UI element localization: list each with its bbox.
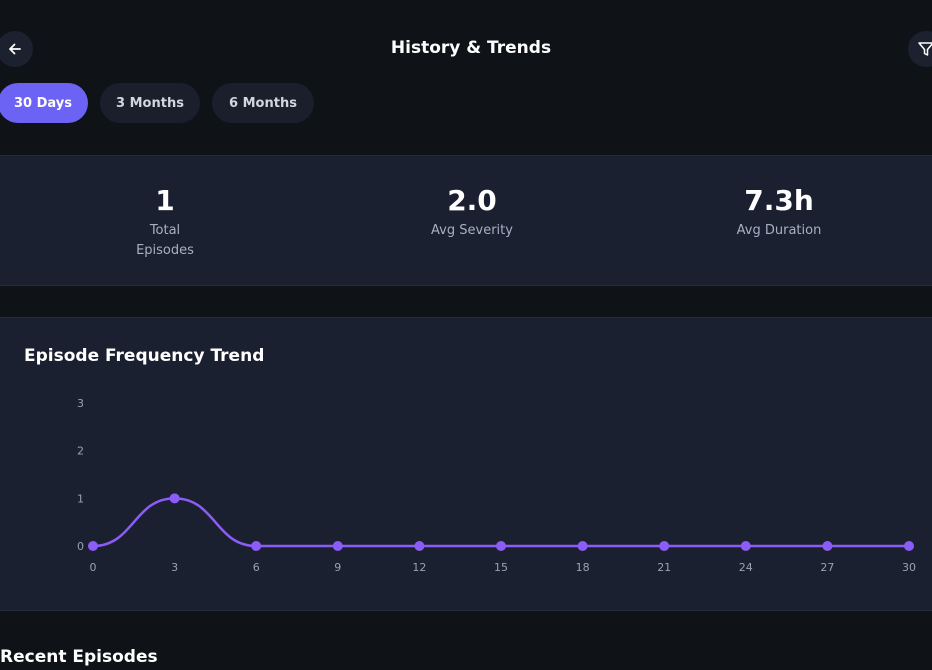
stat-label: Avg Severity: [431, 223, 513, 238]
stat-avg-duration: 7.3h Avg Duration: [699, 184, 859, 241]
y-tick-label: 3: [77, 397, 84, 410]
stat-label: Avg Duration: [736, 223, 822, 238]
range-tab-3-months[interactable]: 3 Months: [100, 83, 200, 123]
stat-total-episodes: 1 Total Episodes: [85, 184, 245, 261]
filter-icon: [918, 42, 932, 56]
stat-label: Total Episodes: [136, 223, 194, 258]
data-point[interactable]: [332, 541, 343, 551]
stat-value: 2.0: [447, 184, 497, 217]
y-tick-label: 1: [77, 492, 84, 505]
x-tick-label: 0: [90, 561, 97, 574]
x-tick-label: 24: [739, 561, 753, 574]
x-tick-label: 21: [657, 561, 671, 574]
page-title: History & Trends: [390, 38, 552, 58]
x-tick-label: 27: [820, 561, 834, 574]
data-point[interactable]: [822, 541, 833, 551]
data-point[interactable]: [251, 541, 262, 551]
y-tick-label: 2: [77, 445, 84, 458]
data-point[interactable]: [577, 541, 588, 551]
x-tick-label: 3: [171, 561, 178, 574]
x-tick-label: 6: [253, 561, 260, 574]
range-tab-6-months[interactable]: 6 Months: [212, 83, 314, 123]
data-point[interactable]: [169, 493, 180, 504]
stat-avg-severity: 2.0 Avg Severity: [392, 184, 552, 241]
filter-button[interactable]: [908, 31, 932, 67]
history-trends-page: History & Trends 30 Days 3 Months 6 Mont…: [0, 0, 932, 670]
series-line: [92, 497, 909, 548]
data-point[interactable]: [740, 541, 751, 551]
data-point[interactable]: [904, 541, 914, 551]
stats-summary-card: 1 Total Episodes 2.0 Avg Severity 7.3h A…: [0, 155, 932, 286]
data-point[interactable]: [88, 541, 98, 551]
stat-value: 7.3h: [744, 184, 814, 217]
y-tick-label: 0: [77, 540, 84, 553]
data-point[interactable]: [496, 541, 506, 551]
data-point[interactable]: [659, 541, 670, 551]
x-tick-label: 9: [334, 561, 341, 574]
stat-value: 1: [155, 184, 175, 217]
range-tab-30-days[interactable]: 30 Days: [0, 83, 88, 123]
episode-frequency-chart: 01230 3 6 9 12 15 18 21 24 27 30: [77, 397, 916, 574]
x-tick-label: 30: [902, 561, 916, 574]
x-tick-label: 12: [412, 561, 426, 574]
recent-episodes-heading: Recent Episodes: [0, 647, 158, 667]
x-tick-label: 15: [494, 561, 508, 574]
data-point[interactable]: [414, 541, 425, 551]
x-tick-label: 18: [576, 561, 590, 574]
